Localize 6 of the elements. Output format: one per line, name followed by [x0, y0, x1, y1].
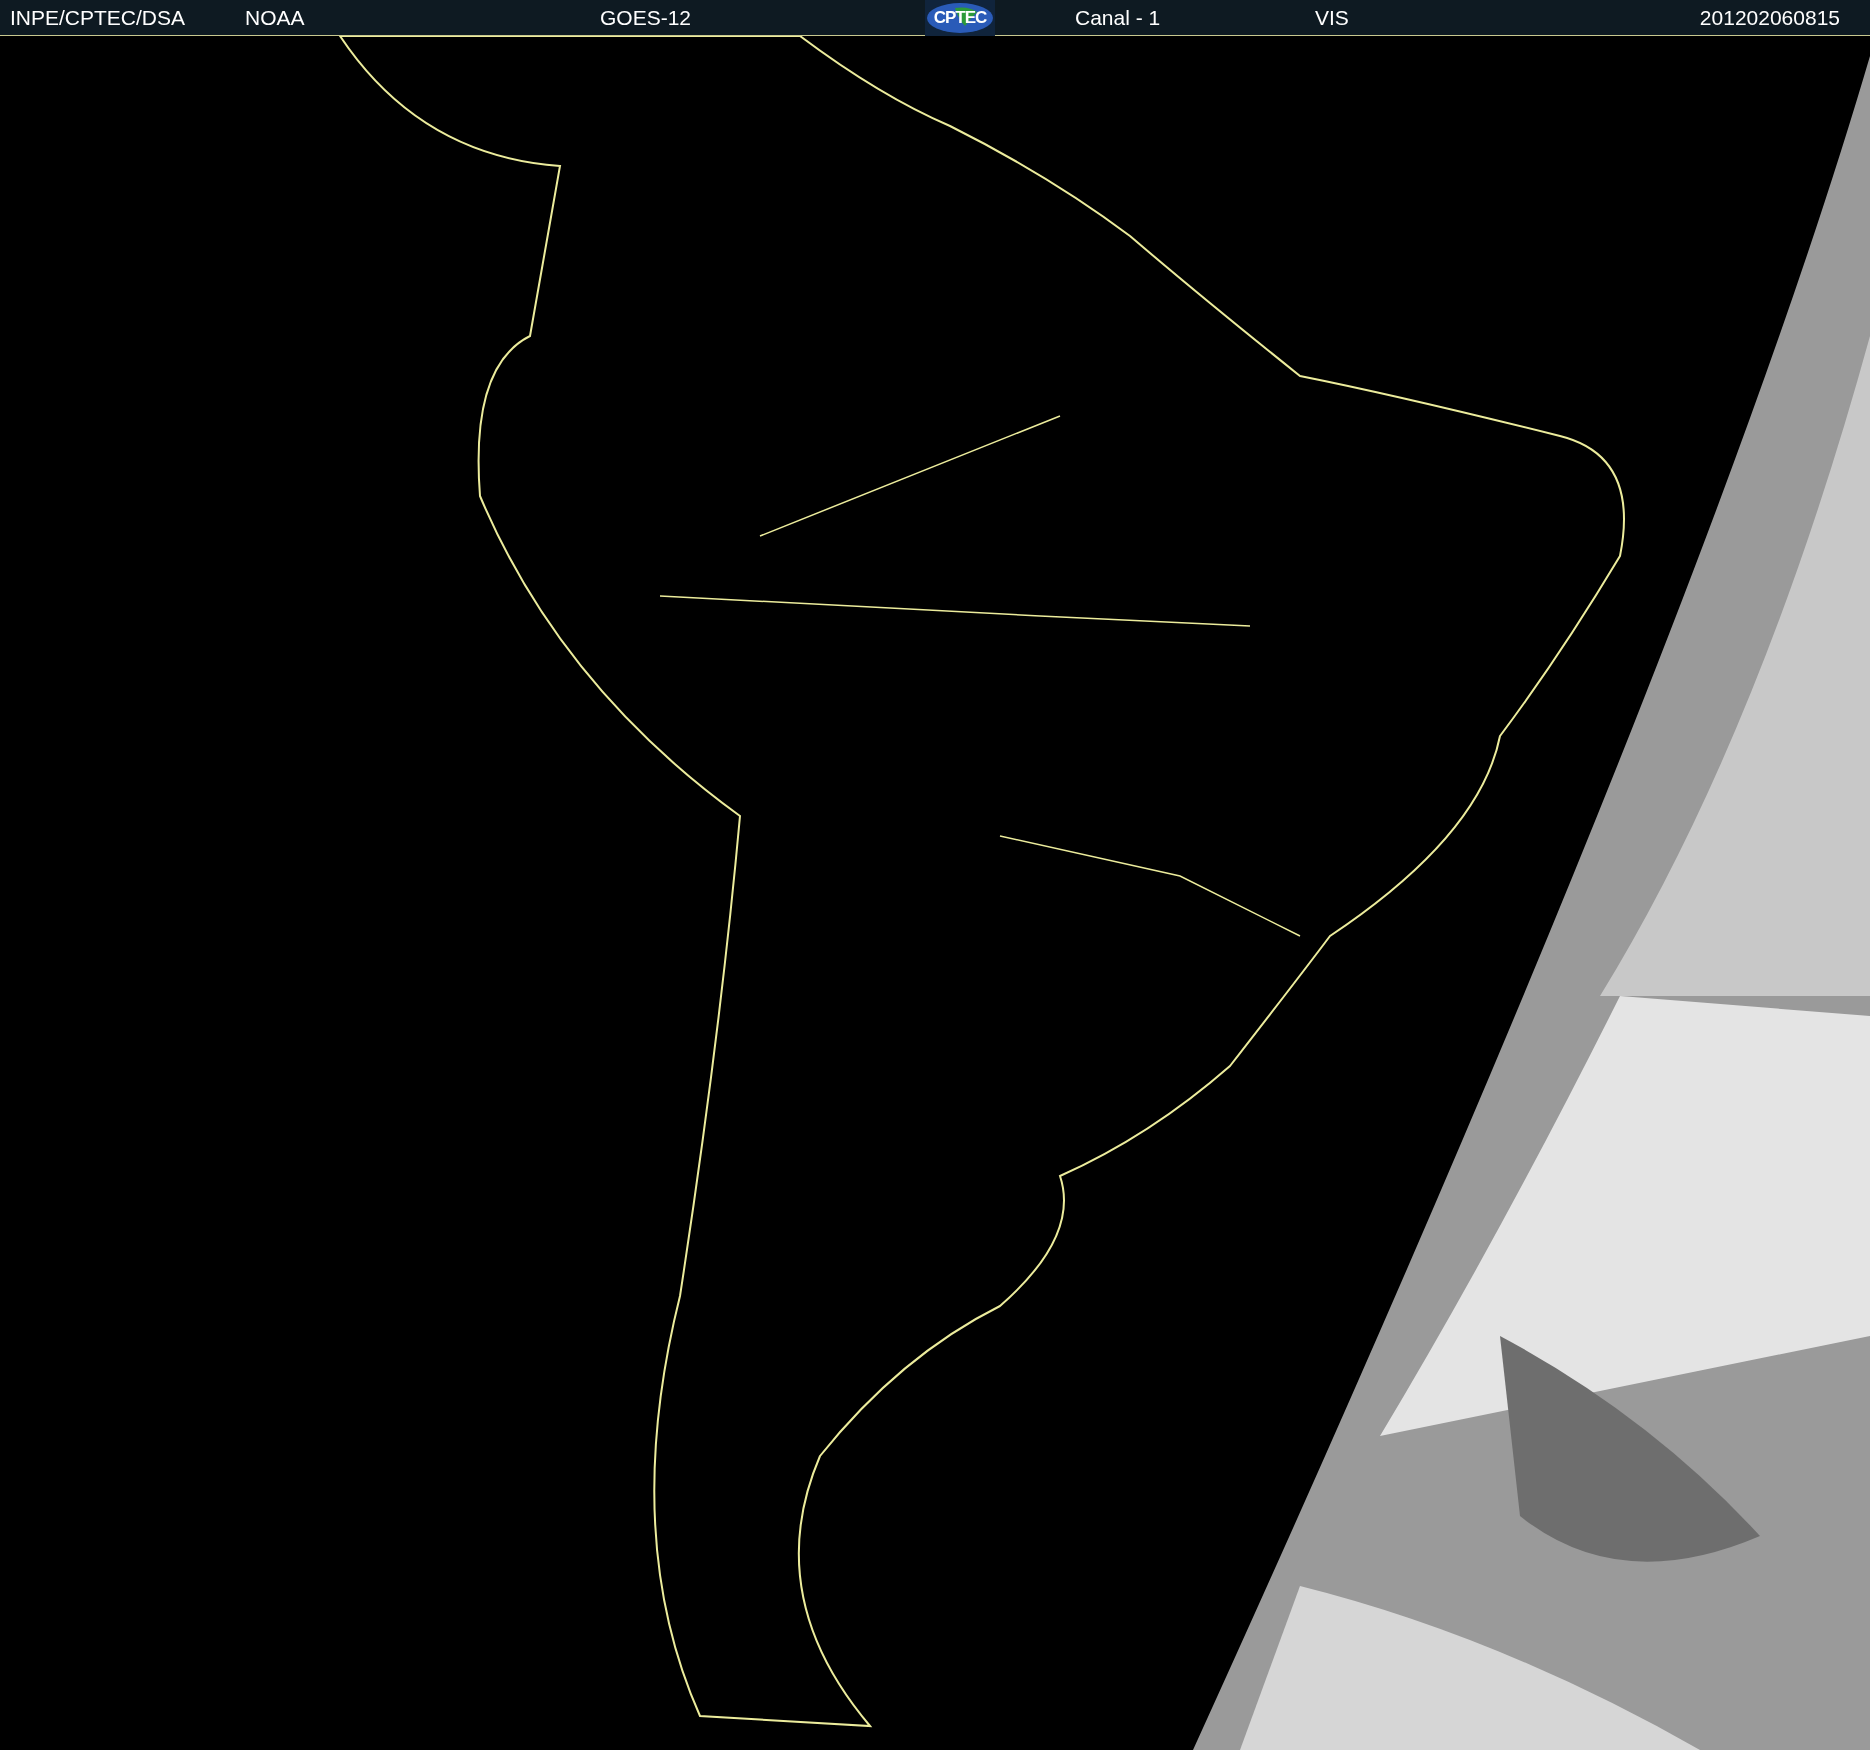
timestamp-label: 201202060815 — [1699, 6, 1840, 30]
band-label: VIS — [1315, 6, 1349, 30]
channel-label: Canal - 1 — [1075, 6, 1161, 30]
agency-label: NOAA — [245, 6, 305, 30]
institution-label: INPE/CPTEC/DSA — [10, 6, 186, 30]
satellite-label: GOES-12 — [600, 6, 692, 30]
